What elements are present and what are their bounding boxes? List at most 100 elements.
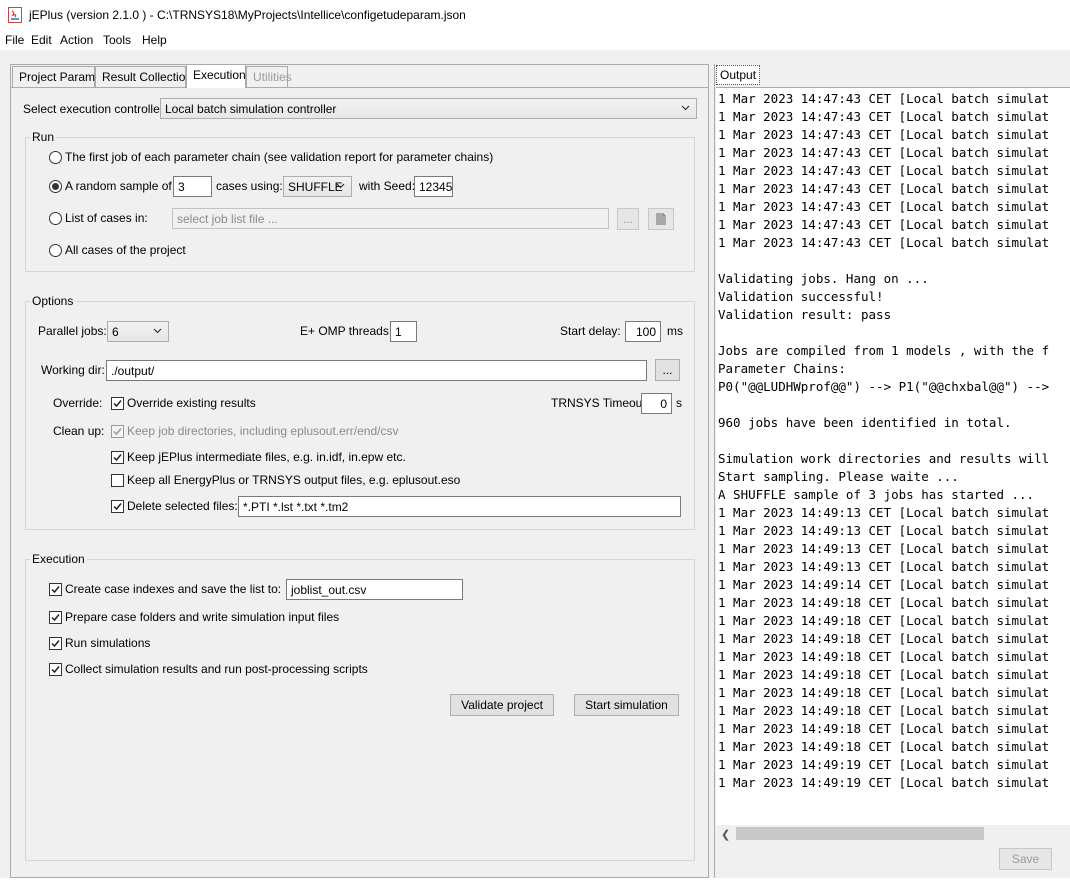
save-output-button[interactable]: Save: [999, 848, 1052, 870]
output-log-line: 1 Mar 2023 14:47:43 CET [Local batch sim…: [718, 199, 1050, 214]
browse-working-dir-button[interactable]: ...: [655, 359, 680, 381]
output-log-line: 1 Mar 2023 14:49:19 CET [Local batch sim…: [718, 757, 1050, 772]
create-index-checkbox[interactable]: [49, 583, 62, 596]
output-log-line: 1 Mar 2023 14:49:18 CET [Local batch sim…: [718, 703, 1050, 718]
delete-selected-checkbox[interactable]: [111, 500, 124, 513]
create-index-label: Create case indexes and save the list to…: [65, 582, 282, 596]
with-seed-label: with Seed:: [359, 179, 416, 193]
output-log-line: 1 Mar 2023 14:47:43 CET [Local batch sim…: [718, 217, 1050, 232]
start-delay-label: Start delay:: [560, 324, 621, 338]
omp-threads-input[interactable]: 1: [390, 321, 417, 342]
radio-list-of-cases[interactable]: [49, 212, 62, 225]
run-simulations-checkbox[interactable]: [49, 637, 62, 650]
checkmark-icon: [113, 454, 122, 462]
browse-job-list-button[interactable]: ...: [617, 208, 639, 230]
working-dir-input[interactable]: ./output/: [106, 360, 647, 381]
validate-project-button[interactable]: Validate project: [450, 694, 554, 716]
output-log-line: Jobs are compiled from 1 models , with t…: [718, 343, 1050, 358]
seed-input[interactable]: 12345: [414, 176, 453, 197]
checkmark-icon: [113, 503, 122, 511]
scrollbar-thumb[interactable]: [736, 827, 984, 840]
keep-all-output-checkbox[interactable]: [111, 474, 124, 487]
output-log-line: 1 Mar 2023 14:49:19 CET [Local batch sim…: [718, 775, 1050, 790]
output-log-line: [718, 252, 1049, 270]
start-simulation-button[interactable]: Start simulation: [574, 694, 679, 716]
cleanup-label: Clean up:: [53, 424, 105, 438]
keep-jeplus-files-checkbox[interactable]: [111, 451, 124, 464]
trnsys-timeout-unit: s: [676, 396, 682, 410]
output-log-line: 1 Mar 2023 14:47:43 CET [Local batch sim…: [718, 163, 1050, 178]
radio-first-job[interactable]: [49, 151, 62, 164]
output-log[interactable]: 1 Mar 2023 14:47:43 CET [Local batch sim…: [716, 87, 1070, 825]
sampling-method-value: SHUFFLE: [288, 180, 343, 194]
joblist-file-input[interactable]: joblist_out.csv: [286, 579, 463, 600]
run-simulations-label: Run simulations: [65, 636, 151, 650]
menu-help[interactable]: Help: [142, 33, 167, 47]
chevron-down-icon: [336, 183, 345, 189]
controller-value: Local batch simulation controller: [165, 102, 337, 116]
radio-all-cases[interactable]: [49, 244, 62, 257]
menu-tools[interactable]: Tools: [103, 33, 131, 47]
delete-files-input[interactable]: *.PTI *.lst *.txt *.tm2: [238, 496, 681, 517]
java-app-icon: [8, 7, 22, 23]
output-log-line: [718, 432, 1049, 450]
output-log-line: Validation successful!: [718, 289, 884, 304]
output-horizontal-scrollbar[interactable]: ❮: [716, 825, 1070, 842]
output-log-line: [718, 396, 1049, 414]
title-bar: jEPlus (version 2.1.0 ) - C:\TRNSYS18\My…: [0, 0, 1070, 30]
tab-execution[interactable]: Execution: [186, 64, 246, 88]
menu-bar: File Edit Action Tools Help: [0, 30, 1070, 50]
collect-results-checkbox[interactable]: [49, 663, 62, 676]
output-log-line: 1 Mar 2023 14:47:43 CET [Local batch sim…: [718, 181, 1050, 196]
collect-results-label: Collect simulation results and run post-…: [65, 662, 368, 676]
parallel-jobs-select[interactable]: 6: [107, 321, 169, 342]
options-group-title: Options: [30, 294, 76, 308]
window-title: jEPlus (version 2.1.0 ) - C:\TRNSYS18\My…: [29, 8, 466, 22]
working-dir-label: Working dir:: [41, 363, 105, 377]
output-log-line: 1 Mar 2023 14:49:18 CET [Local batch sim…: [718, 631, 1050, 646]
tab-output[interactable]: Output: [716, 65, 760, 85]
chevron-down-icon: [153, 328, 162, 334]
open-job-list-button[interactable]: [648, 208, 674, 230]
menu-edit[interactable]: Edit: [31, 33, 52, 47]
chevron-down-icon: [681, 105, 690, 111]
output-log-line: 1 Mar 2023 14:49:18 CET [Local batch sim…: [718, 667, 1050, 682]
override-checkbox[interactable]: [111, 397, 124, 410]
tab-utilities[interactable]: Utilities: [246, 66, 292, 87]
window-bottom-edge: [0, 878, 1070, 883]
start-delay-unit: ms: [667, 324, 683, 338]
start-delay-input[interactable]: 100: [625, 321, 661, 342]
menu-file[interactable]: File: [5, 33, 24, 47]
job-list-file-input[interactable]: select job list file ...: [172, 208, 609, 229]
checkmark-icon: [51, 640, 60, 648]
parallel-jobs-value: 6: [112, 325, 119, 339]
output-log-line: Validating jobs. Hang on ...: [718, 271, 929, 286]
all-cases-label: All cases of the project: [65, 243, 186, 257]
execution-group-title: Execution: [30, 552, 87, 566]
keep-job-dirs-checkbox[interactable]: [111, 425, 124, 438]
sample-count-input[interactable]: 3: [173, 176, 212, 197]
omp-threads-label: E+ OMP threads:: [300, 324, 393, 338]
menu-action[interactable]: Action: [60, 33, 93, 47]
output-log-line: A SHUFFLE sample of 3 jobs has started .…: [718, 487, 1035, 502]
output-log-line: 1 Mar 2023 14:47:43 CET [Local batch sim…: [718, 235, 1050, 250]
radio-random-sample[interactable]: [49, 180, 62, 193]
first-job-label: The first job of each parameter chain (s…: [65, 150, 494, 164]
prepare-folders-checkbox[interactable]: [49, 611, 62, 624]
sampling-method-select[interactable]: SHUFFLE: [283, 176, 352, 197]
tab-project-params[interactable]: Project Params: [12, 66, 101, 87]
output-log-text: 1 Mar 2023 14:47:43 CET [Local batch sim…: [718, 90, 1049, 792]
output-log-line: 1 Mar 2023 14:49:18 CET [Local batch sim…: [718, 739, 1050, 754]
output-log-line: 1 Mar 2023 14:49:13 CET [Local batch sim…: [718, 541, 1050, 556]
scroll-left-icon[interactable]: ❮: [721, 828, 730, 841]
controller-select[interactable]: Local batch simulation controller: [160, 98, 697, 119]
cases-using-label: cases using:: [216, 179, 283, 193]
tab-result-collection[interactable]: Result Collection: [95, 66, 192, 87]
output-log-line: 1 Mar 2023 14:49:18 CET [Local batch sim…: [718, 649, 1050, 664]
file-open-icon: [656, 213, 666, 225]
trnsys-timeout-input[interactable]: 0: [641, 393, 672, 414]
checkmark-icon: [113, 400, 122, 408]
output-log-line: 1 Mar 2023 14:47:43 CET [Local batch sim…: [718, 109, 1050, 124]
checkmark-icon: [51, 586, 60, 594]
parallel-jobs-label: Parallel jobs:: [38, 324, 107, 338]
